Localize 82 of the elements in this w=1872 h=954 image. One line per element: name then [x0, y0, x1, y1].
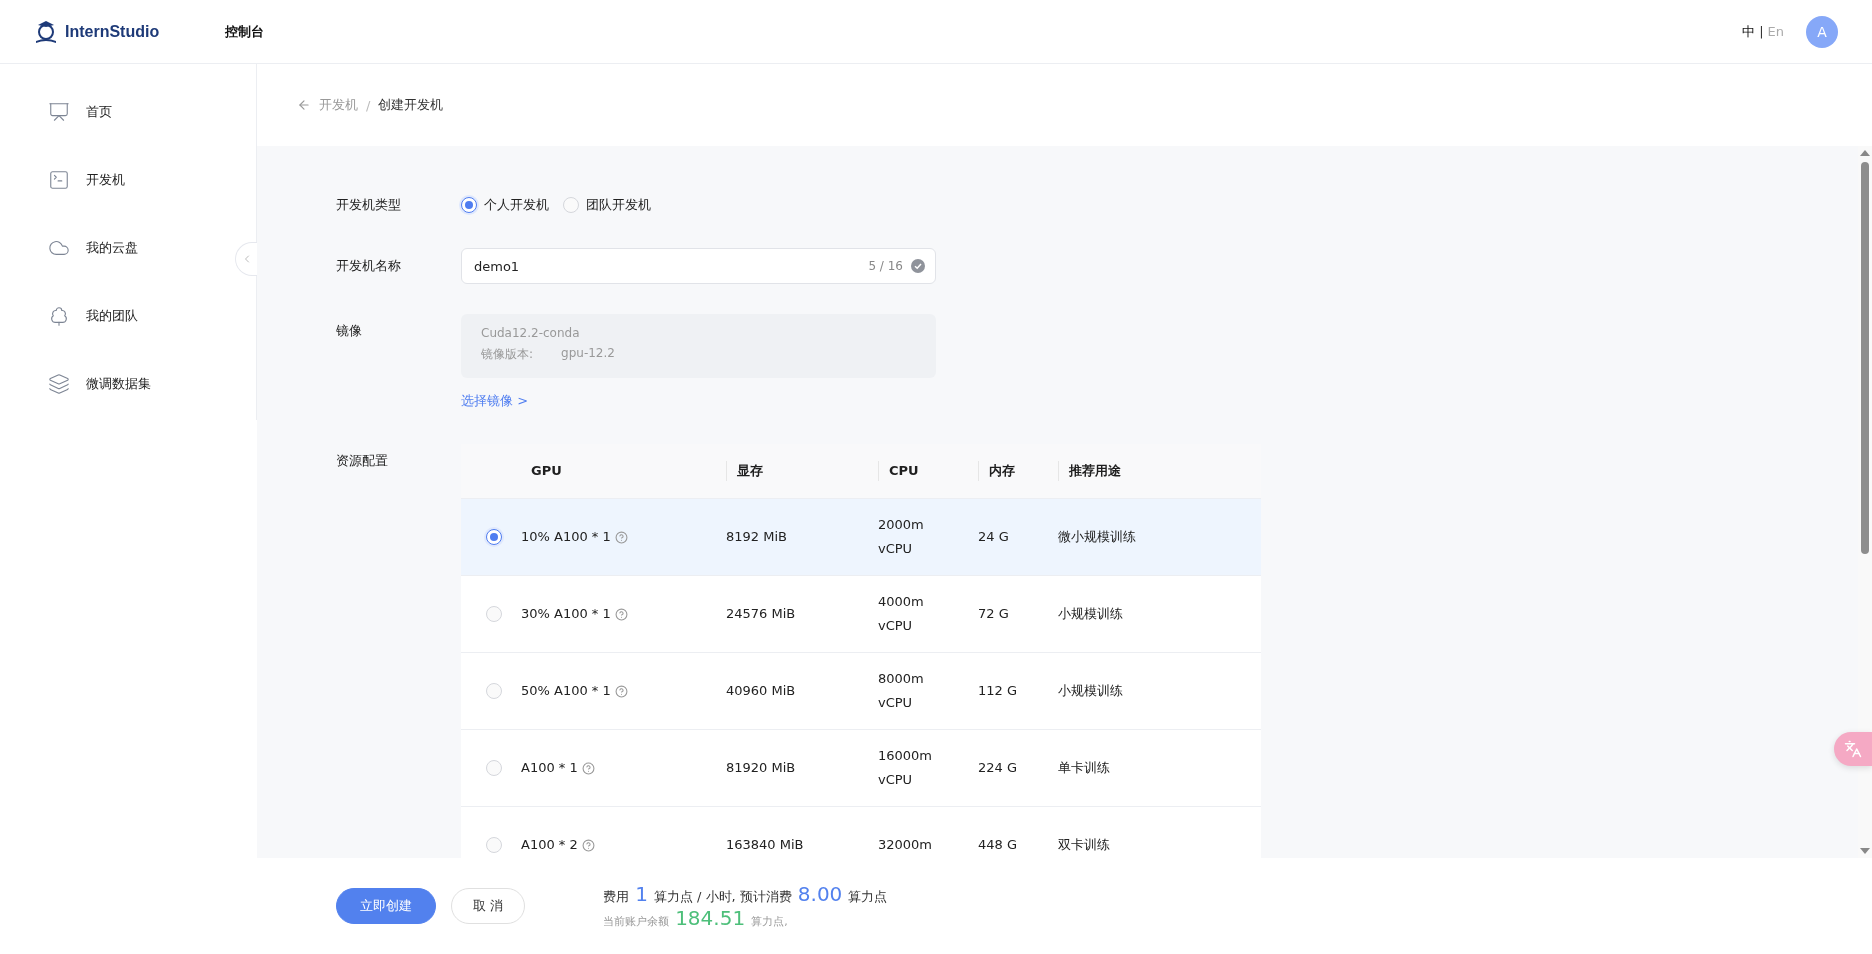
sidebar-label: 微调数据集	[86, 375, 151, 393]
sidebar-label: 首页	[86, 103, 112, 121]
terminal-icon	[48, 169, 70, 191]
radio-label: 个人开发机	[484, 196, 549, 214]
table-cell-text: 微小规模训练	[1058, 528, 1137, 546]
sidebar-item[interactable]: 我的团队	[0, 282, 200, 350]
table-cell-text: 2000m vCPU	[878, 516, 925, 558]
table-cell-text: A100 * 2	[521, 836, 578, 854]
field-label: 开发机类型	[336, 196, 402, 214]
character-counter: 5 / 16	[868, 259, 903, 273]
table-cell-text: 10% A100 * 1	[521, 528, 611, 546]
layers-icon	[48, 373, 70, 395]
cancel-button[interactable]: 取 消	[451, 888, 526, 924]
table-cell-text: 40960 MiB	[726, 682, 797, 700]
breadcrumb-separator: /	[366, 97, 371, 113]
sidebar-label: 开发机	[86, 171, 125, 189]
radio-option[interactable]: 团队开发机	[563, 196, 651, 214]
table-cell-text: 单卡训练	[1058, 759, 1111, 777]
radio-label: 团队开发机	[586, 196, 651, 214]
table-cell-text: 72 G	[978, 605, 1010, 623]
table-cell-text: 24576 MiB	[726, 605, 797, 623]
table-cell-text: 小规模训练	[1058, 605, 1124, 623]
table-cell-text: 16000m vCPU	[878, 747, 934, 789]
radio-option[interactable]: 个人开发机	[461, 196, 549, 214]
table-cell-text: 8000m vCPU	[878, 670, 925, 712]
table-cell-text: 448 G	[978, 836, 1019, 854]
table-cell-text: 112 G	[978, 682, 1019, 700]
table-cell-text: 4000m vCPU	[878, 593, 925, 635]
translate-icon	[1844, 740, 1862, 758]
balance-summary: 当前账户余额 184.51 算力点,	[603, 906, 789, 930]
select-image-link[interactable]: 选择镜像 >	[461, 392, 529, 410]
resource-row[interactable]: 10% A100 * 1 8192 MiB 2000m vCPU 24 G 微小规模训练	[461, 498, 1261, 575]
logo-icon	[33, 18, 59, 45]
create-button[interactable]: 立即创建	[336, 888, 436, 924]
table-cell-text: 8192 MiB	[726, 528, 788, 546]
table-cell-text: 24 G	[978, 528, 1010, 546]
table-cell-text: 双卡训练	[1058, 836, 1111, 854]
radio-icon[interactable]	[486, 529, 502, 545]
column-header: 推荐用途	[1069, 463, 1121, 478]
sidebar-item[interactable]: 首页	[0, 78, 200, 146]
table-cell-text: 81920 MiB	[726, 759, 797, 777]
language-option[interactable]: 中	[1742, 22, 1756, 41]
table-cell-text: A100 * 1	[521, 759, 578, 777]
version-value: gpu-12.2	[561, 346, 615, 362]
cost-summary: 费用 1 算力点 / 小时, 预计消费 8.00 算力点	[603, 882, 888, 906]
language-separator: |	[1759, 24, 1764, 39]
sidebar-label: 我的团队	[86, 307, 138, 325]
help-icon[interactable]	[614, 684, 628, 698]
table-cell-text: 小规模训练	[1058, 682, 1124, 700]
help-icon[interactable]	[614, 607, 628, 621]
image-name: Cuda12.2-conda	[481, 326, 581, 340]
tree-icon	[48, 305, 70, 327]
scroll-down-icon[interactable]	[1860, 848, 1870, 854]
help-icon[interactable]	[614, 530, 628, 544]
sidebar-item[interactable]: 我的云盘	[0, 214, 200, 282]
sidebar-item[interactable]: 开发机	[0, 146, 200, 214]
field-label: 开发机名称	[336, 257, 402, 275]
help-icon[interactable]	[581, 838, 595, 852]
table-cell-text: 163840 MiB	[726, 836, 805, 854]
column-header: 内存	[989, 463, 1015, 478]
radio-icon[interactable]	[461, 197, 477, 213]
table-cell-text: 32000m	[878, 836, 934, 854]
sidebar-label: 我的云盘	[86, 239, 138, 257]
field-label: 镜像	[336, 322, 363, 340]
table-cell-text: 30% A100 * 1	[521, 605, 611, 623]
sidebar-item[interactable]: 微调数据集	[0, 350, 200, 418]
name-input-field[interactable]: demo1 5 / 16	[461, 248, 936, 284]
table-cell-text: 224 G	[978, 759, 1019, 777]
scroll-up-icon[interactable]	[1860, 150, 1870, 156]
column-header: CPU	[889, 463, 919, 478]
breadcrumb-current: 创建开发机	[378, 96, 444, 114]
translate-button[interactable]	[1834, 732, 1872, 766]
column-header: GPU	[531, 463, 562, 478]
presentation-icon	[48, 101, 70, 123]
check-circle-icon	[911, 259, 925, 273]
logo-text: InternStudio	[65, 22, 160, 41]
help-icon[interactable]	[581, 761, 595, 775]
table-cell-text: 50% A100 * 1	[521, 682, 611, 700]
version-label: 镜像版本:	[481, 346, 534, 363]
field-label: 资源配置	[336, 452, 389, 470]
nav-title[interactable]: 控制台	[225, 22, 264, 41]
column-header: 显存	[737, 463, 763, 478]
